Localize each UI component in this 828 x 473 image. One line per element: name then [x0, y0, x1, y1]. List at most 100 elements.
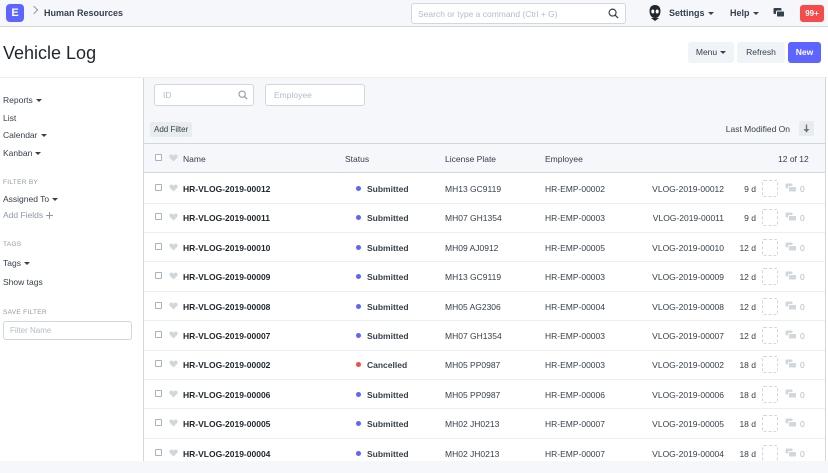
settings-dropdown[interactable]: Settings: [669, 8, 714, 18]
filter-by-heading: FILTER BY: [3, 179, 39, 186]
sidebar-item-reports[interactable]: Reports: [3, 95, 42, 105]
status-label: Cancelled: [367, 360, 408, 371]
filter-name-field[interactable]: [3, 321, 132, 340]
row-name-link[interactable]: HR-VLOG-2019-00002: [183, 360, 270, 370]
status-indicator[interactable]: Submitted: [356, 331, 409, 341]
sidebar-item-label: Calendar: [3, 130, 38, 140]
row-checkbox[interactable]: [155, 184, 162, 191]
row-name-link[interactable]: HR-VLOG-2019-00012: [183, 184, 270, 194]
table-row[interactable]: HR-VLOG-2019-00007 Submitted MH07 GH1354 HR…: [144, 321, 825, 351]
column-status[interactable]: Status: [345, 154, 369, 164]
row-name-link[interactable]: HR-VLOG-2019-00004: [183, 449, 270, 459]
row-checkbox[interactable]: [155, 242, 162, 250]
add-filter-button[interactable]: Add Filter: [150, 122, 193, 137]
select-all-checkbox[interactable]: [155, 154, 162, 161]
search-input[interactable]: [412, 4, 602, 23]
sort-order-button[interactable]: [799, 121, 814, 136]
row-image-placeholder: [762, 268, 778, 286]
sort-by-dropdown[interactable]: Last Modified On: [726, 124, 790, 134]
column-license-plate[interactable]: License Plate: [445, 154, 496, 164]
status-indicator[interactable]: Submitted: [356, 272, 409, 282]
status-indicator[interactable]: Submitted: [356, 184, 409, 194]
heart-icon[interactable]: [169, 302, 178, 310]
row-checkbox[interactable]: [155, 213, 162, 221]
table-row[interactable]: HR-VLOG-2019-00002 Cancelled MH05 PP0987 HR…: [144, 350, 825, 380]
heart-icon[interactable]: [169, 419, 178, 427]
table-row[interactable]: HR-VLOG-2019-00010 Submitted MH09 AJ0912 HR…: [144, 233, 825, 263]
row-license-plate: MH05 AG2306: [445, 301, 501, 312]
status-indicator[interactable]: Cancelled: [356, 360, 407, 370]
row-checkbox[interactable]: [155, 360, 162, 368]
row-name-link[interactable]: HR-VLOG-2019-00005: [183, 419, 270, 429]
show-tags-link[interactable]: Show tags: [3, 277, 43, 287]
row-checkbox[interactable]: [155, 448, 162, 456]
row-name-link[interactable]: HR-VLOG-2019-00009: [183, 272, 270, 282]
status-indicator[interactable]: Submitted: [356, 213, 409, 223]
breadcrumb-human-resources[interactable]: Human Resources: [44, 8, 123, 18]
sidebar-item-calendar[interactable]: Calendar: [3, 130, 47, 140]
row-checkbox[interactable]: [155, 301, 162, 309]
row-name-link[interactable]: HR-VLOG-2019-00010: [183, 243, 270, 253]
table-row[interactable]: HR-VLOG-2019-00009 Submitted MH13 GC9119 HR…: [144, 262, 825, 292]
heart-icon[interactable]: [169, 243, 178, 251]
status-indicator[interactable]: Submitted: [356, 449, 409, 459]
help-dropdown[interactable]: Help: [730, 8, 759, 18]
new-button[interactable]: New: [788, 42, 821, 63]
row-checkbox[interactable]: [155, 389, 162, 397]
add-fields-link[interactable]: Add Fields: [3, 210, 54, 220]
chat-icon[interactable]: [773, 7, 785, 19]
column-employee[interactable]: Employee: [545, 154, 583, 164]
app-logo[interactable]: E: [6, 4, 24, 22]
row-reference: VLOG-2019-00006: [652, 389, 724, 400]
employee-filter[interactable]: [265, 84, 365, 106]
status-indicator[interactable]: Submitted: [356, 243, 409, 253]
row-name-link[interactable]: HR-VLOG-2019-00008: [183, 302, 270, 312]
notifications-badge[interactable]: 99+: [800, 5, 824, 22]
table-row[interactable]: HR-VLOG-2019-00012 Submitted MH13 GC9119 HR…: [144, 174, 825, 204]
heart-icon[interactable]: [169, 331, 178, 339]
refresh-button[interactable]: Refresh: [737, 42, 785, 63]
sidebar-item-kanban[interactable]: Kanban: [3, 148, 42, 158]
heart-icon[interactable]: [169, 272, 178, 280]
sidebar-item-label: Kanban: [3, 148, 33, 158]
table-row[interactable]: HR-VLOG-2019-00008 Submitted MH05 AG2306 HR…: [144, 292, 825, 322]
heart-icon[interactable]: [169, 213, 178, 221]
row-comment-count: 0: [800, 448, 805, 459]
status-indicator[interactable]: Submitted: [356, 390, 409, 400]
status-indicator[interactable]: Submitted: [356, 302, 409, 312]
heart-icon[interactable]: [169, 360, 178, 368]
row-checkbox[interactable]: [155, 331, 162, 338]
employee-filter-input[interactable]: [266, 85, 361, 105]
heart-icon[interactable]: [169, 390, 178, 398]
row-checkbox[interactable]: [155, 419, 162, 427]
search-icon: [238, 90, 248, 100]
row-reference: VLOG-2019-00002: [652, 360, 724, 371]
filter-name-input[interactable]: [4, 322, 124, 339]
menu-button[interactable]: Menu: [688, 42, 734, 63]
sidebar-tags[interactable]: Tags: [3, 258, 30, 268]
status-label: Submitted: [367, 331, 409, 341]
row-name-link[interactable]: HR-VLOG-2019-00006: [183, 390, 270, 400]
sidebar-item-list[interactable]: List: [3, 113, 16, 123]
table-row[interactable]: HR-VLOG-2019-00005 Submitted MH02 JH0213 HR…: [144, 409, 825, 439]
row-checkbox[interactable]: [155, 272, 162, 280]
heart-icon[interactable]: [169, 154, 178, 162]
id-filter-input[interactable]: [155, 85, 235, 105]
row-image-placeholder: [762, 385, 778, 403]
table-row[interactable]: HR-VLOG-2019-00006 Submitted MH05 PP0987 HR…: [144, 380, 825, 410]
column-name[interactable]: Name: [183, 154, 206, 164]
comment-icon: [785, 448, 797, 458]
row-name-link[interactable]: HR-VLOG-2019-00007: [183, 331, 270, 341]
id-filter[interactable]: [154, 84, 254, 106]
row-image-placeholder: [762, 238, 778, 256]
heart-icon[interactable]: [169, 184, 178, 192]
user-avatar-icon[interactable]: [648, 4, 662, 22]
status-indicator[interactable]: Submitted: [356, 419, 409, 429]
caret-down-icon: [35, 99, 42, 103]
heart-icon[interactable]: [169, 449, 178, 457]
sidebar-assigned-to[interactable]: Assigned To: [3, 194, 59, 204]
help-label: Help: [730, 8, 750, 18]
table-row[interactable]: HR-VLOG-2019-00011 Submitted MH07 GH1354 HR…: [144, 203, 825, 233]
awesomebar-search[interactable]: [411, 3, 626, 24]
row-name-link[interactable]: HR-VLOG-2019-00011: [183, 213, 270, 223]
